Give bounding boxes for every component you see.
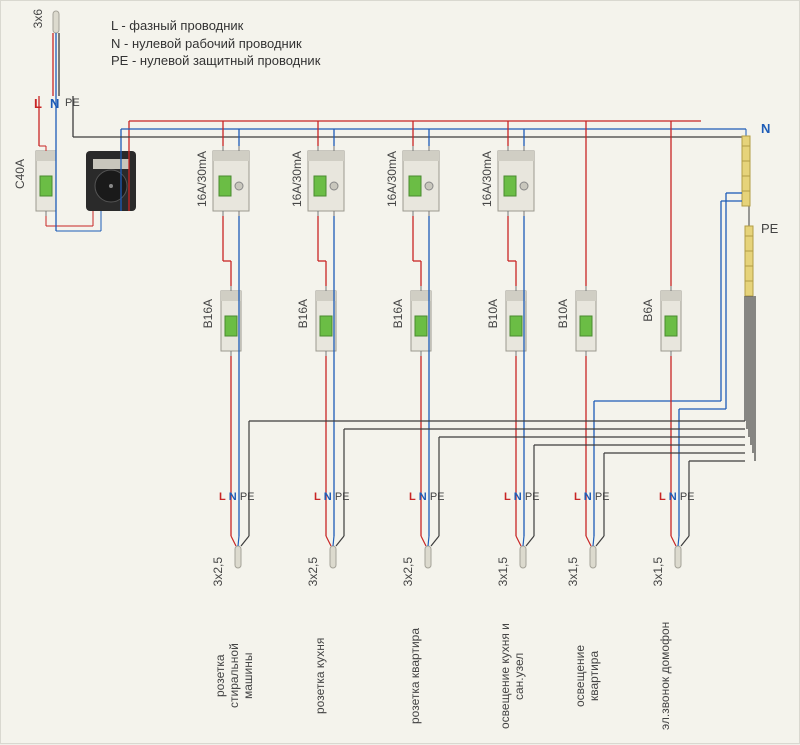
label-N: N (50, 96, 59, 111)
out2-N: N (419, 491, 427, 503)
out5-L: L (659, 491, 666, 503)
name-0: розетка стиральной машины (213, 621, 255, 731)
mcb-1: B16A (296, 299, 310, 328)
out5-PE: PE (680, 491, 695, 503)
mcb-2: B16A (391, 299, 405, 328)
out2-PE: PE (430, 491, 445, 503)
rcd-2: 16A/30mA (385, 151, 399, 207)
wiring-svg (1, 1, 800, 745)
out2-L: L (409, 491, 416, 503)
out4-L: L (574, 491, 581, 503)
name-2: розетка квартира (408, 621, 422, 731)
wiring-diagram: L - фазный проводник N - нулевой рабочий… (0, 0, 800, 744)
cable-0: 3x2,5 (211, 557, 225, 586)
input-cable-label: 3x6 (31, 9, 45, 28)
mcb-4: B10A (556, 299, 570, 328)
legend-N: N - нулевой рабочий проводник (111, 35, 320, 53)
out1-PE: PE (335, 491, 350, 503)
name-1: розетка кухня (313, 621, 327, 731)
rcd-3: 16A/30mA (480, 151, 494, 207)
out1-N: N (324, 491, 332, 503)
busbar-PE-label: PE (761, 221, 778, 236)
main-breaker-label: C40A (13, 159, 27, 189)
label-PE: PE (65, 97, 80, 109)
out3-PE: PE (525, 491, 540, 503)
out0-N: N (229, 491, 237, 503)
label-L: L (34, 96, 42, 111)
cable-1: 3x2,5 (306, 557, 320, 586)
cable-3: 3x1,5 (496, 557, 510, 586)
out4-PE: PE (595, 491, 610, 503)
rcd-1: 16A/30mA (290, 151, 304, 207)
rcd-0: 16A/30mA (195, 151, 209, 207)
busbar-N-label: N (761, 121, 770, 136)
cable-4: 3x1,5 (566, 557, 580, 586)
mcb-5: B6A (641, 299, 655, 322)
cable-2: 3x2,5 (401, 557, 415, 586)
out0-PE: PE (240, 491, 255, 503)
mcb-0: B16A (201, 299, 215, 328)
out5-N: N (669, 491, 677, 503)
out3-L: L (504, 491, 511, 503)
name-4: освещение квартира (573, 621, 601, 731)
out0-L: L (219, 491, 226, 503)
out1-L: L (314, 491, 321, 503)
name-3: освещение кухня и сан.узел (498, 621, 526, 731)
legend-L: L - фазный проводник (111, 17, 320, 35)
cable-5: 3x1,5 (651, 557, 665, 586)
name-5: эл.звонок домофон (658, 621, 672, 731)
mcb-3: B10A (486, 299, 500, 328)
out4-N: N (584, 491, 592, 503)
out3-N: N (514, 491, 522, 503)
legend-PE: PE - нулевой защитный проводник (111, 52, 320, 70)
legend: L - фазный проводник N - нулевой рабочий… (111, 17, 320, 70)
